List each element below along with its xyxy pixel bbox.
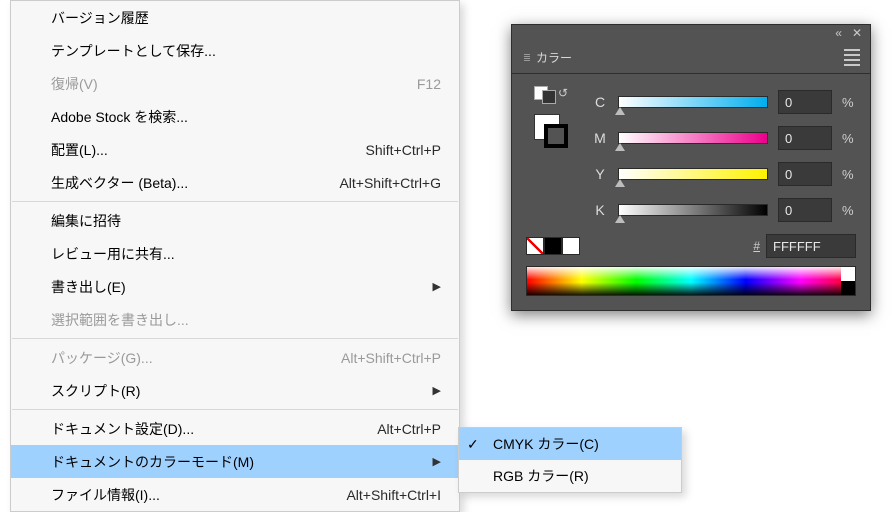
- submenu-item[interactable]: RGB カラー(R): [459, 460, 681, 492]
- menu-item-shortcut: Alt+Shift+Ctrl+I: [346, 487, 441, 503]
- slider-row-y: Y 0%: [592, 156, 856, 192]
- menu-item[interactable]: バージョン履歴: [11, 1, 459, 34]
- fill-stroke-swatch[interactable]: [534, 114, 568, 148]
- slider-thumb[interactable]: [615, 107, 625, 115]
- channel-value-input[interactable]: 0: [778, 162, 832, 186]
- stroke-swatch[interactable]: [544, 124, 568, 148]
- channel-slider[interactable]: [618, 168, 768, 180]
- menu-item[interactable]: 編集に招待: [11, 204, 459, 237]
- menu-item-label: ドキュメントのカラーモード(M): [51, 452, 423, 472]
- menu-item-label: 書き出し(E): [51, 277, 423, 297]
- slider-row-m: M 0%: [592, 120, 856, 156]
- menu-separator: [12, 338, 458, 339]
- channel-value-input[interactable]: 0: [778, 198, 832, 222]
- menu-item[interactable]: Adobe Stock を検索...: [11, 100, 459, 133]
- channel-label: K: [592, 202, 608, 218]
- menu-item[interactable]: テンプレートとして保存...: [11, 34, 459, 67]
- menu-item-label: ドキュメント設定(D)...: [51, 419, 377, 439]
- submenu-item-label: RGB カラー(R): [493, 466, 589, 486]
- color-tab[interactable]: カラー: [512, 41, 584, 73]
- slider-thumb[interactable]: [615, 215, 625, 223]
- menu-item-shortcut: F12: [417, 76, 441, 92]
- menu-item: 選択範囲を書き出し...: [11, 303, 459, 336]
- color-tab-label: カラー: [536, 49, 572, 66]
- channel-slider[interactable]: [618, 132, 768, 144]
- slider-row-k: K 0%: [592, 192, 856, 228]
- menu-separator: [12, 201, 458, 202]
- menu-item-label: 生成ベクター (Beta)...: [51, 173, 339, 193]
- channel-value-input[interactable]: 0: [778, 126, 832, 150]
- slider-row-c: C 0%: [592, 84, 856, 120]
- menu-item-label: 編集に招待: [51, 211, 441, 231]
- swatch-black[interactable]: [544, 237, 562, 255]
- percent-label: %: [842, 131, 856, 146]
- channel-label: C: [592, 94, 608, 110]
- menu-separator: [12, 409, 458, 410]
- menu-item[interactable]: 配置(L)...Shift+Ctrl+P: [11, 133, 459, 166]
- menu-item-label: 配置(L)...: [51, 140, 366, 160]
- menu-item[interactable]: 生成ベクター (Beta)...Alt+Shift+Ctrl+G: [11, 166, 459, 199]
- percent-label: %: [842, 203, 856, 218]
- hex-input[interactable]: FFFFFF: [766, 234, 856, 258]
- menu-item[interactable]: レビュー用に共有...: [11, 237, 459, 270]
- menu-item-label: 選択範囲を書き出し...: [51, 310, 441, 330]
- menu-item-label: 復帰(V): [51, 74, 417, 94]
- panel-tabrow: カラー: [512, 41, 870, 74]
- menu-item-label: バージョン履歴: [51, 8, 441, 28]
- menu-item-label: Adobe Stock を検索...: [51, 107, 441, 127]
- slider-thumb[interactable]: [615, 143, 625, 151]
- channel-label: Y: [592, 166, 608, 182]
- menu-item-label: ファイル情報(I)...: [51, 485, 346, 505]
- quick-swatch-row: # FFFFFF: [526, 234, 856, 258]
- menu-item-shortcut: Shift+Ctrl+P: [366, 142, 441, 158]
- menu-item[interactable]: ドキュメント設定(D)...Alt+Ctrl+P: [11, 412, 459, 445]
- cmyk-sliders: C 0% M 0% Y 0% K 0%: [592, 84, 856, 228]
- chevron-right-icon: ▶: [433, 455, 441, 468]
- file-menu: バージョン履歴テンプレートとして保存... 復帰(V)F12 Adobe Stock…: [10, 0, 460, 512]
- hex-label: #: [753, 239, 760, 253]
- channel-slider[interactable]: [618, 204, 768, 216]
- menu-item[interactable]: スクリプト(R) ▶: [11, 374, 459, 407]
- chevron-right-icon: ▶: [433, 384, 441, 397]
- swatch-none[interactable]: [526, 237, 544, 255]
- menu-item-shortcut: Alt+Shift+Ctrl+G: [339, 175, 441, 191]
- menu-item-shortcut: Alt+Shift+Ctrl+P: [341, 350, 441, 366]
- grip-icon: [524, 54, 530, 61]
- channel-slider[interactable]: [618, 96, 768, 108]
- menu-item: パッケージ(G)...Alt+Shift+Ctrl+P: [11, 341, 459, 374]
- menu-item-label: スクリプト(R): [51, 381, 423, 401]
- channel-label: M: [592, 130, 608, 146]
- color-panel: « ✕ カラー ↺ C 0% M 0% Y 0% K 0% # FFFFFF: [511, 24, 871, 311]
- chevron-right-icon: ▶: [433, 280, 441, 293]
- color-mode-submenu: ✓ CMYK カラー(C) RGB カラー(R): [458, 427, 682, 493]
- menu-item[interactable]: 書き出し(E) ▶: [11, 270, 459, 303]
- swap-fill-stroke-icon[interactable]: ↺: [534, 86, 566, 106]
- menu-item-label: レビュー用に共有...: [51, 244, 441, 264]
- swatch-white[interactable]: [562, 237, 580, 255]
- menu-item[interactable]: ファイル情報(I)...Alt+Shift+Ctrl+I: [11, 478, 459, 511]
- submenu-item[interactable]: ✓ CMYK カラー(C): [459, 428, 681, 460]
- panel-close-icon[interactable]: ✕: [852, 26, 862, 40]
- panel-collapse-icon[interactable]: «: [835, 26, 842, 40]
- percent-label: %: [842, 95, 856, 110]
- channel-value-input[interactable]: 0: [778, 90, 832, 114]
- color-spectrum[interactable]: [526, 266, 856, 296]
- slider-thumb[interactable]: [615, 179, 625, 187]
- menu-item-label: パッケージ(G)...: [51, 348, 341, 368]
- menu-item-label: テンプレートとして保存...: [51, 41, 441, 61]
- percent-label: %: [842, 167, 856, 182]
- menu-item-shortcut: Alt+Ctrl+P: [377, 421, 441, 437]
- panel-menu-icon[interactable]: [834, 49, 870, 66]
- menu-item[interactable]: ドキュメントのカラーモード(M) ▶: [11, 445, 459, 478]
- submenu-item-label: CMYK カラー(C): [493, 434, 599, 454]
- menu-item: 復帰(V)F12: [11, 67, 459, 100]
- check-icon: ✓: [467, 436, 479, 453]
